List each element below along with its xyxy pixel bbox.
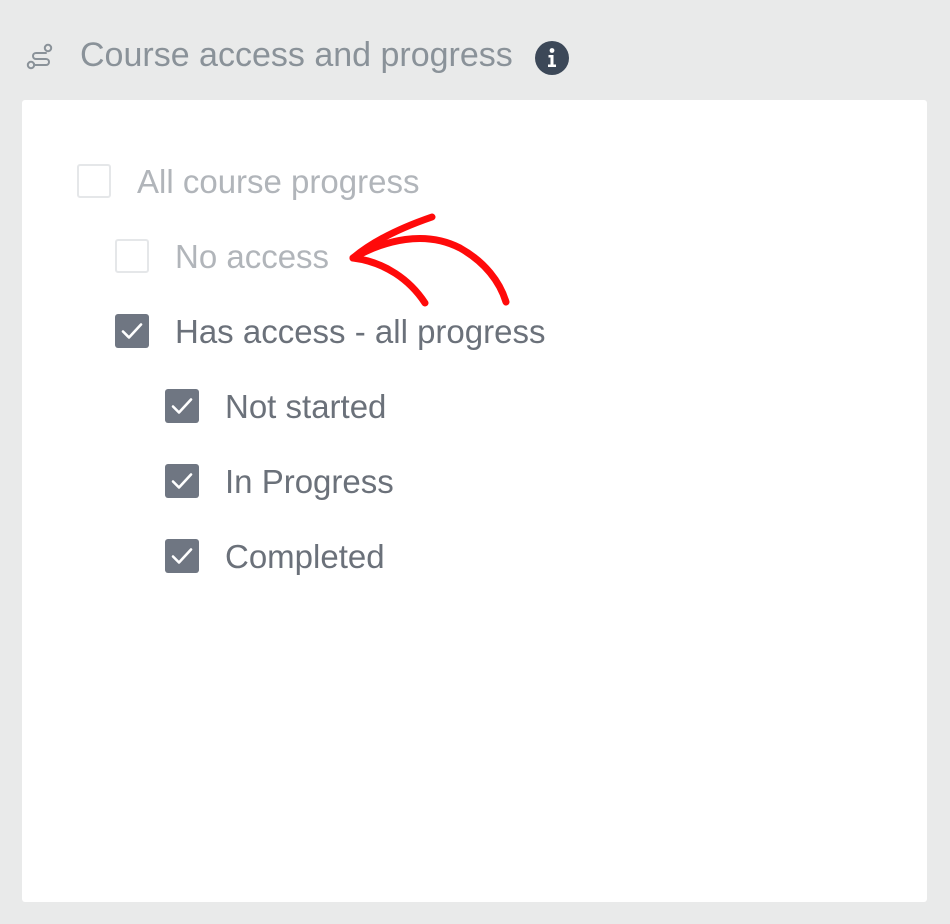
check-icon: [171, 548, 193, 564]
red-arrow-annotation-icon: [349, 213, 510, 307]
check-icon: [171, 473, 193, 489]
checkbox-in-progress[interactable]: [165, 464, 199, 498]
checkbox-all-course-progress[interactable]: [77, 164, 111, 198]
checkbox-completed[interactable]: [165, 539, 199, 573]
check-icon: [121, 323, 143, 339]
option-label-in-progress: In Progress: [225, 463, 394, 500]
option-label-completed: Completed: [225, 538, 385, 575]
check-icon: [171, 398, 193, 414]
checkbox-has-access-all-progress[interactable]: [115, 314, 149, 348]
option-label-no-access: No access: [175, 238, 330, 275]
checkbox-no-access[interactable]: [115, 239, 149, 273]
checkbox-not-started[interactable]: [165, 389, 199, 423]
option-label-all-course-progress: All course progress: [137, 163, 420, 200]
section-title: Course access and progress: [80, 36, 513, 74]
section-header: Course access and progress: [0, 0, 950, 100]
info-icon[interactable]: [535, 41, 569, 75]
option-label-not-started: Not started: [225, 388, 387, 425]
route-icon: [26, 43, 53, 70]
